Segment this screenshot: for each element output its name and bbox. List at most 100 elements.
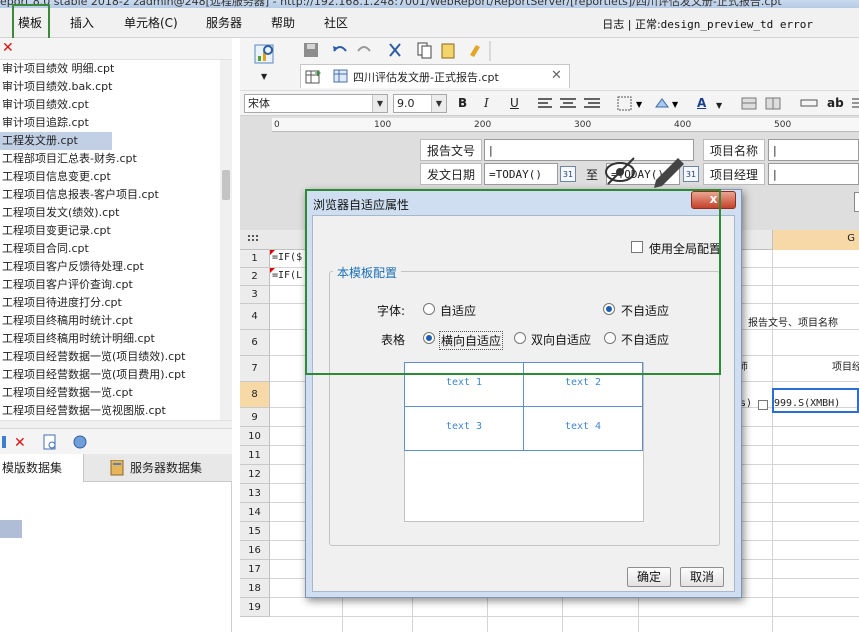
text-style-button[interactable]: ab (827, 95, 844, 111)
font-color-button[interactable]: A (697, 95, 706, 111)
row-header[interactable]: 1 (240, 250, 270, 268)
font-adaptive-radio[interactable] (423, 303, 435, 315)
menu-cell[interactable]: 单元格(C) (124, 14, 178, 31)
template-file-item[interactable]: 工程项目终稿用时统计明细.cpt (0, 330, 220, 348)
column-header-g[interactable]: G (772, 230, 859, 250)
table-horizontal-radio[interactable] (423, 332, 435, 344)
date-range-to-label: 至 (586, 168, 599, 182)
template-file-item[interactable]: 审计项目绩效 明细.cpt (0, 60, 220, 78)
document-tab[interactable]: + 四川评估发文册-正式报告.cpt ✕ (300, 64, 570, 88)
template-file-item[interactable]: 工程项目经营数据一览(项目费用).cpt (0, 366, 220, 384)
designer-tool-icon[interactable] (252, 42, 278, 68)
template-file-item[interactable]: 工程项目发文(绩效).cpt (0, 204, 220, 222)
close-tab-icon[interactable]: ✕ (551, 68, 562, 83)
dataset-selected-row[interactable] (0, 520, 22, 538)
delete-icon[interactable]: ✕ (2, 40, 14, 56)
row-header[interactable]: 6 (240, 330, 270, 356)
pencil-cursor-icon (605, 157, 684, 188)
table-not-adaptive-radio[interactable] (604, 332, 616, 344)
row-header[interactable]: 10 (240, 427, 270, 446)
scrollbar-thumb[interactable] (222, 170, 230, 200)
template-file-item[interactable]: 工程项目变更记录.cpt (0, 222, 220, 240)
cell-a2-formula[interactable]: =IF(L (272, 270, 302, 281)
template-file-item[interactable]: 工程部项目汇总表-财务.cpt (0, 150, 220, 168)
row-header[interactable]: 8 (240, 382, 270, 408)
cell-header-text[interactable]: 报告文号、项目名称 (748, 314, 838, 329)
row-header[interactable]: 15 (240, 522, 270, 541)
tab-server-dataset[interactable]: 服务器数据集 (86, 454, 232, 482)
status-area: 日志 | 正常:design_preview_td error (602, 16, 813, 32)
date-from-input[interactable]: =TODAY() (484, 163, 558, 185)
file-list-scrollbar[interactable] (220, 60, 232, 420)
row-header[interactable]: 16 (240, 541, 270, 560)
row-header[interactable]: 9 (240, 408, 270, 427)
font-family-select[interactable]: 宋体 ▼ (244, 94, 388, 113)
row-header[interactable]: 19 (240, 598, 270, 617)
ok-button[interactable]: 确定 (627, 567, 671, 587)
underline-button[interactable]: U (510, 95, 519, 111)
template-file-item[interactable]: 工程发文册.cpt (0, 132, 112, 150)
tool-dropdown-icon[interactable]: ▼ (261, 72, 267, 81)
template-file-item[interactable]: 工程项目经营数据一览.cpt (0, 384, 220, 402)
row-header[interactable]: 2 (240, 268, 270, 286)
template-file-item[interactable]: 工程项目客户反馈待处理.cpt (0, 258, 220, 276)
template-file-item[interactable]: 工程项目信息变更.cpt (0, 168, 220, 186)
template-file-item[interactable]: 工程项目待进度打分.cpt (0, 294, 220, 312)
cell-header-text[interactable]: 项目经 (832, 358, 859, 373)
menu-help[interactable]: 帮助 (271, 14, 295, 31)
table-bidirectional-radio[interactable] (514, 332, 526, 344)
select-all-icon[interactable] (248, 235, 262, 245)
preview-cell: text 3 (404, 406, 524, 451)
wrap-text-icon[interactable] (800, 96, 820, 110)
align-icons[interactable] (536, 95, 604, 113)
use-global-checkbox[interactable] (631, 241, 643, 253)
edit-toolbar-icons (304, 41, 491, 61)
template-file-item[interactable]: 工程项目信息报表-客户项目.cpt (0, 186, 220, 204)
splitter-handle[interactable] (0, 420, 232, 428)
template-file-item[interactable]: 工程项目经营数据一览(项目绩效).cpt (0, 348, 220, 366)
row-header[interactable]: 18 (240, 579, 270, 598)
template-file-item[interactable]: 审计项目追踪.cpt (0, 114, 220, 132)
template-file-item[interactable]: 工程项目客户评价查询.cpt (0, 276, 220, 294)
tab-template-dataset[interactable]: 模版数据集 (0, 454, 84, 482)
font-size-select[interactable]: 9.0 ▼ (393, 94, 447, 113)
cancel-button[interactable]: 取消 (680, 567, 724, 587)
template-file-item[interactable]: 审计项目绩效.bak.cpt (0, 78, 220, 96)
bold-button[interactable]: B (458, 95, 467, 111)
param-label-project-name: 项目名称 (703, 139, 765, 161)
cell-widget-box[interactable] (758, 400, 768, 410)
template-file-item[interactable]: 审计项目绩效.cpt (0, 96, 220, 114)
project-name-input[interactable]: | (768, 139, 859, 161)
row-header[interactable]: 14 (240, 503, 270, 522)
calendar-icon[interactable]: 31 (560, 166, 576, 182)
chevron-down-icon[interactable]: ▼ (372, 95, 387, 112)
template-file-item[interactable]: 工程项目合同.cpt (0, 240, 220, 258)
row-header[interactable]: 4 (240, 304, 270, 330)
more-toolbar-icon[interactable] (851, 95, 859, 111)
row-header[interactable]: 11 (240, 446, 270, 465)
menu-community[interactable]: 社区 (324, 14, 348, 31)
chevron-down-icon[interactable]: ▼ (716, 98, 722, 114)
merge-cells-icons[interactable] (740, 95, 800, 113)
cell-a1-formula[interactable]: =IF($ (272, 252, 302, 263)
row-header[interactable]: 7 (240, 356, 270, 382)
row-header[interactable]: 17 (240, 560, 270, 579)
log-link[interactable]: 日志 (602, 18, 624, 31)
close-icon[interactable]: x (691, 191, 736, 209)
row-header[interactable]: 3 (240, 286, 270, 304)
menu-server[interactable]: 服务器 (206, 14, 242, 31)
query-button-edge[interactable] (854, 192, 859, 212)
row-header[interactable]: 13 (240, 484, 270, 503)
chevron-down-icon[interactable]: ▼ (431, 95, 446, 112)
border-icon[interactable]: ▼ ▼ (616, 95, 686, 113)
row-header[interactable]: 12 (240, 465, 270, 484)
italic-button[interactable]: I (484, 95, 489, 111)
ruler-tick-label: 200 (474, 120, 492, 130)
menu-insert[interactable]: 插入 (70, 14, 94, 31)
project-manager-input[interactable]: | (768, 163, 859, 185)
font-not-adaptive-radio[interactable] (603, 303, 615, 315)
new-report-icon[interactable]: + (305, 68, 321, 84)
template-file-item[interactable]: 工程项目经营数据一览视图版.cpt (0, 402, 220, 420)
selected-cell-outline[interactable] (772, 388, 859, 413)
template-file-item[interactable]: 工程项目终稿用时统计.cpt (0, 312, 220, 330)
